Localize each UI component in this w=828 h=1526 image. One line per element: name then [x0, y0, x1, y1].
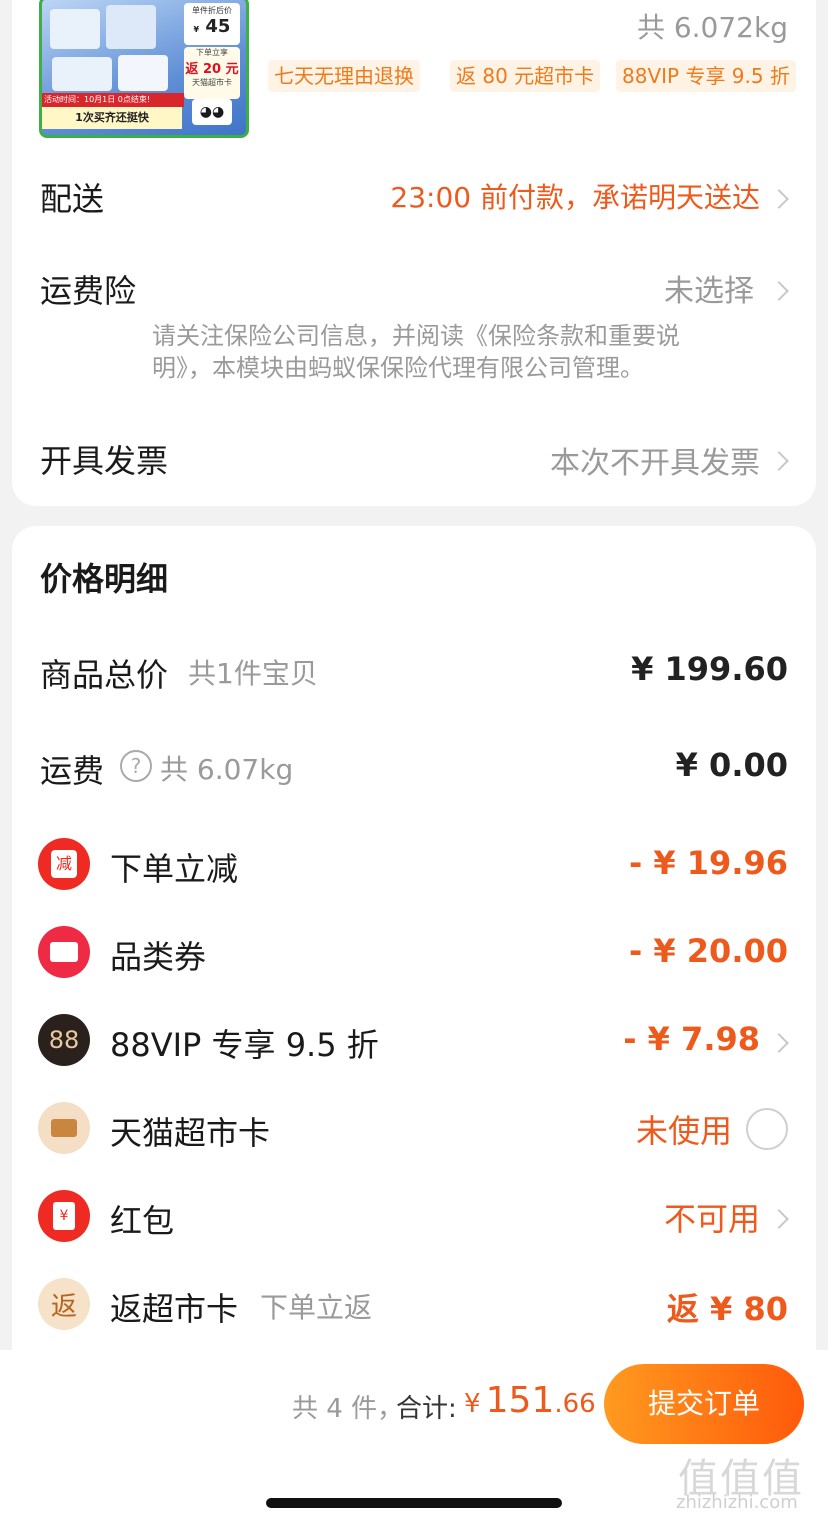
goods-total-label: 商品总价 — [40, 656, 169, 694]
delivery-row[interactable]: 配送 23:00 前付款，承诺明天送达 — [12, 166, 816, 226]
discount-value: 返 ¥ 80 — [666, 1290, 788, 1328]
home-indicator — [266, 1498, 562, 1508]
invoice-row[interactable]: 开具发票 本次不开具发票 — [12, 434, 816, 494]
goods-total-row: 商品总价 共1件宝贝 ¥ 199.60 — [12, 650, 816, 700]
discount-label: 下单立减 — [110, 850, 239, 888]
submit-order-button[interactable]: 提交订单 — [604, 1364, 804, 1444]
chevron-right-icon — [769, 189, 789, 209]
shipping-insurance-row[interactable]: 运费险 未选择 请关注保险公司信息，并阅读《保险条款和重要说 明》，本模块由蚂蚁… — [12, 266, 816, 386]
rebate-line3: 天猫超市卡 — [192, 78, 232, 87]
product-pack-image — [50, 9, 100, 49]
discount-row-coupon: 品类券 - ¥ 20.00 — [12, 922, 816, 982]
order-info-card: 单件折后价 ¥ 45 下单立享 返 20 元 天猫超市卡 ◕◕ 活动时间：10月… — [12, 0, 816, 506]
price-badge-title: 单件折后价 — [192, 6, 232, 15]
goods-total-sub: 共1件宝贝 — [188, 657, 318, 690]
event-text: 活动时间：10月1日 0点结束! — [42, 93, 184, 107]
checkout-footer: 共 4 件， 合计: ¥ 151.66 提交订单 值值值 zhizhizhi.c… — [0, 1350, 828, 1526]
invoice-label: 开具发票 — [40, 442, 169, 480]
insurance-note-line2: 明》，本模块由蚂蚁保保险代理有限公司管理。 — [152, 354, 644, 382]
watermark-site: zhizhizhi.com — [676, 1492, 798, 1513]
total-amount: ¥ 151.66 — [464, 1380, 596, 1421]
discount-row-88vip[interactable]: 88 88VIP 专享 9.5 折 - ¥ 7.98 — [12, 1010, 816, 1070]
discount-value: - ¥ 19.96 — [628, 844, 788, 882]
tmall-cat-logo: ◕◕ — [192, 99, 232, 125]
discount-value: 不可用 — [663, 1200, 760, 1238]
insurance-label: 运费险 — [40, 272, 137, 310]
price-badge-value: 45 — [205, 16, 231, 37]
product-weight: 共 6.072kg — [636, 11, 788, 44]
total-int: 151 — [485, 1380, 555, 1421]
card-icon — [38, 1102, 90, 1154]
price-badge-currency: ¥ — [193, 25, 200, 34]
price-detail-card: 价格明细 商品总价 共1件宝贝 ¥ 199.60 运费 ? 共 6.07kg ¥… — [12, 526, 816, 1386]
shipping-fee-label: 运费 — [40, 752, 105, 790]
shipping-weight: 共 6.07kg — [160, 753, 294, 786]
discount-label: 88VIP 专享 9.5 折 — [110, 1026, 379, 1064]
discount-row-rebate: 返 返超市卡 下单立返 返 ¥ 80 — [12, 1274, 816, 1334]
tag-88vip: 88VIP 专享 9.5 折 — [616, 60, 796, 92]
invoice-value: 本次不开具发票 — [550, 446, 760, 481]
delivery-label: 配送 — [40, 180, 105, 218]
total-currency: ¥ — [464, 1389, 481, 1419]
insurance-note-line1: 请关注保险公司信息，并阅读《保险条款和重要说 — [152, 322, 680, 350]
reduce-icon: 减 — [38, 838, 90, 890]
product-thumbnail[interactable]: 单件折后价 ¥ 45 下单立享 返 20 元 天猫超市卡 ◕◕ 活动时间：10月… — [39, 0, 249, 138]
goods-total-value: ¥ 199.60 — [631, 650, 788, 688]
discount-row-red-packet[interactable]: ¥ 红包 不可用 — [12, 1186, 816, 1246]
total-dec: .66 — [554, 1389, 596, 1419]
product-pack-image — [52, 57, 112, 91]
chevron-right-icon — [769, 1209, 789, 1229]
coupon-icon — [38, 926, 90, 978]
price-detail-title: 价格明细 — [40, 560, 169, 598]
price-badge: 单件折后价 ¥ 45 — [184, 3, 240, 45]
rebate-badge: 下单立享 返 20 元 天猫超市卡 — [184, 47, 240, 99]
vip-88-icon: 88 — [38, 1014, 90, 1066]
shipping-fee-row: 运费 ? 共 6.07kg ¥ 0.00 — [12, 746, 816, 796]
product-pack-image — [118, 55, 168, 91]
shipping-fee-value: ¥ 0.00 — [675, 746, 788, 784]
product-pack-image — [106, 5, 156, 49]
discount-label: 返超市卡 — [110, 1290, 239, 1328]
discount-row-reduce: 减 下单立减 - ¥ 19.96 — [12, 834, 816, 894]
discount-label: 红包 — [110, 1202, 175, 1240]
slogan-text: 1次买齐还挺快 — [42, 107, 182, 129]
select-radio[interactable] — [746, 1108, 788, 1150]
discount-row-supermarket-card[interactable]: 天猫超市卡 未使用 — [12, 1098, 816, 1158]
tag-return: 七天无理由退换 — [268, 60, 420, 92]
chevron-right-icon — [769, 451, 789, 471]
chevron-right-icon — [769, 281, 789, 301]
tag-supermarket-card: 返 80 元超市卡 — [450, 60, 601, 92]
rebate-icon: 返 — [38, 1278, 90, 1330]
red-packet-icon: ¥ — [38, 1190, 90, 1242]
discount-label: 天猫超市卡 — [110, 1114, 271, 1152]
item-count: 共 4 件， — [292, 1394, 404, 1424]
total-label: 合计: — [396, 1394, 457, 1424]
discount-value: - ¥ 20.00 — [628, 932, 788, 970]
discount-value: 未使用 — [635, 1112, 732, 1150]
discount-value: - ¥ 7.98 — [623, 1020, 760, 1058]
discount-label: 品类券 — [110, 938, 207, 976]
delivery-value: 23:00 前付款，承诺明天送达 — [390, 181, 760, 214]
rebate-line2: 返 20 元 — [185, 62, 239, 77]
insurance-value: 未选择 — [664, 274, 754, 309]
question-circle-icon[interactable]: ? — [120, 750, 152, 782]
rebate-line1: 下单立享 — [196, 48, 228, 57]
chevron-right-icon — [769, 1033, 789, 1053]
discount-sub: 下单立返 — [260, 1291, 373, 1324]
